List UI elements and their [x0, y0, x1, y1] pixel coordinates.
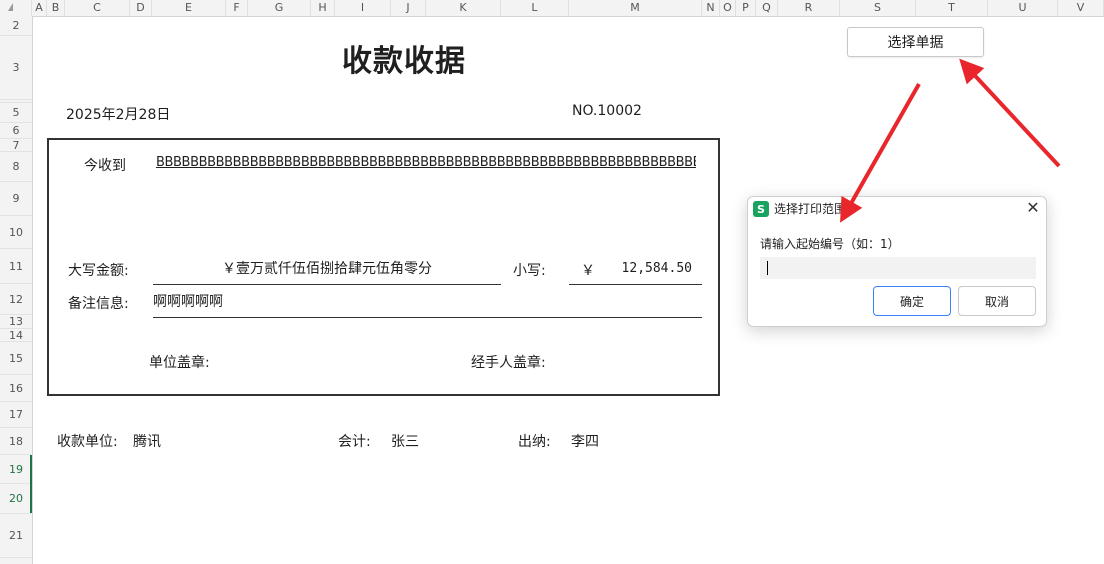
row-header[interactable]: 15: [0, 342, 32, 375]
remark-label: 备注信息:: [68, 296, 129, 312]
row-selection-indicator: [30, 455, 32, 513]
column-header[interactable]: I: [335, 0, 391, 16]
remark-value: 啊啊啊啊啊: [153, 291, 702, 318]
row-header[interactable]: 2: [0, 16, 32, 36]
row-header[interactable]: 5: [0, 103, 32, 123]
column-header[interactable]: H: [311, 0, 335, 16]
column-header[interactable]: K: [426, 0, 501, 16]
column-header[interactable]: D: [130, 0, 152, 16]
column-header[interactable]: T: [916, 0, 988, 16]
column-header[interactable]: E: [152, 0, 226, 16]
ok-button[interactable]: 确定: [873, 286, 951, 316]
column-header[interactable]: V: [1058, 0, 1104, 16]
text-caret: [767, 261, 768, 275]
row-header[interactable]: 11: [0, 249, 32, 284]
select-receipt-button[interactable]: 选择单据: [847, 27, 984, 57]
column-header[interactable]: M: [569, 0, 702, 16]
column-header[interactable]: F: [226, 0, 248, 16]
row-header[interactable]: 10: [0, 216, 32, 249]
row-header-bar: 2 3 5 6 7 8 9 10 11 12 13 14 15 16 17 18…: [0, 16, 33, 564]
row-header[interactable]: 18: [0, 428, 32, 455]
accountant-value: 张三: [391, 434, 419, 450]
amount-upper-value: ￥壹万贰仟伍佰捌拾肆元伍角零分: [153, 258, 501, 285]
column-header-bar: A B C D E F G H I J K L M N O P Q R S T …: [0, 0, 1104, 17]
column-header[interactable]: O: [720, 0, 736, 16]
select-all-icon: [8, 3, 13, 11]
column-header[interactable]: A: [32, 0, 47, 16]
row-header[interactable]: 17: [0, 402, 32, 428]
cashier-value: 李四: [571, 434, 599, 450]
receipt-number: NO.10002: [572, 103, 642, 119]
row-header[interactable]: 13: [0, 315, 32, 329]
row-header[interactable]: 14: [0, 329, 32, 342]
column-header[interactable]: R: [778, 0, 840, 16]
column-header[interactable]: L: [501, 0, 569, 16]
arrow-to-button-icon: [959, 58, 1061, 168]
accountant-label: 会计:: [338, 434, 371, 450]
column-header[interactable]: Q: [756, 0, 778, 16]
amount-lower-label: 小写:: [513, 263, 546, 279]
handler-seal-label: 经手人盖章:: [471, 355, 546, 371]
column-header[interactable]: U: [988, 0, 1058, 16]
app-logo-icon: S: [753, 201, 769, 217]
print-range-dialog: S 选择打印范围 ✕ 请输入起始编号（如：1） 确定 取消: [747, 196, 1047, 327]
select-all-corner[interactable]: [0, 0, 32, 16]
row-header[interactable]: 16: [0, 375, 32, 402]
start-number-input[interactable]: [760, 257, 1036, 279]
dialog-title: 选择打印范围: [774, 202, 847, 216]
received-from-label: 今收到: [84, 158, 126, 174]
column-header[interactable]: C: [65, 0, 130, 16]
receipt-date: 2025年2月28日: [66, 107, 171, 123]
row-header[interactable]: 12: [0, 284, 32, 315]
close-icon[interactable]: ✕: [1024, 199, 1042, 217]
received-from-value: BBBBBBBBBBBBBBBBBBBBBBBBBBBBBBBBBBBBBBBB…: [156, 155, 696, 170]
payee-unit-value: 腾讯: [133, 434, 161, 450]
amount-lower-currency: ￥: [581, 263, 595, 279]
row-header-selected[interactable]: 19: [0, 455, 32, 484]
column-header[interactable]: S: [840, 0, 916, 16]
column-header[interactable]: J: [391, 0, 426, 16]
column-header[interactable]: P: [736, 0, 756, 16]
column-header[interactable]: N: [702, 0, 720, 16]
amount-upper-label: 大写金额:: [68, 263, 129, 279]
receipt-title: 收款收据: [342, 44, 466, 79]
unit-seal-label: 单位盖章:: [149, 355, 210, 371]
row-header[interactable]: 6: [0, 123, 32, 139]
amount-lower-cell: ￥ 12,584.50: [569, 258, 702, 285]
dialog-prompt: 请输入起始编号（如：1）: [760, 237, 900, 251]
cashier-label: 出纳:: [518, 434, 551, 450]
row-header[interactable]: 7: [0, 139, 32, 152]
arrow-to-dialog-icon: [840, 83, 921, 223]
cancel-button[interactable]: 取消: [958, 286, 1036, 316]
column-header[interactable]: G: [248, 0, 311, 16]
amount-lower-value: 12,584.50: [621, 261, 692, 276]
row-header[interactable]: 9: [0, 182, 32, 216]
column-header[interactable]: B: [47, 0, 65, 16]
row-header[interactable]: 21: [0, 514, 32, 558]
row-header[interactable]: 8: [0, 152, 32, 182]
row-header-selected[interactable]: 20: [0, 484, 32, 514]
payee-unit-label: 收款单位:: [57, 434, 118, 450]
